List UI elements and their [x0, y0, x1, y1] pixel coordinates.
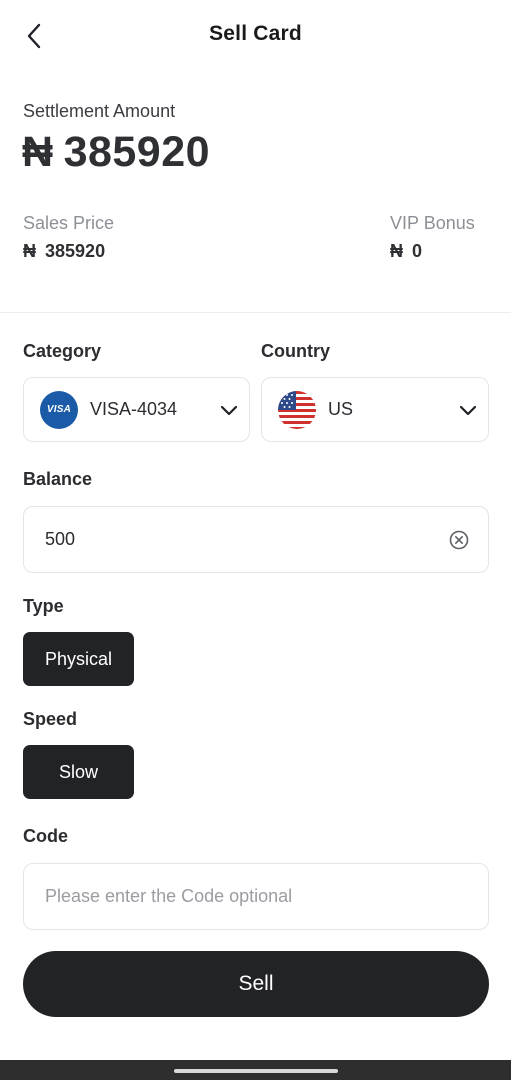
clear-icon[interactable]	[448, 529, 470, 551]
currency-symbol: ₦	[23, 241, 36, 261]
country-label: Country	[261, 341, 330, 361]
chevron-down-icon	[209, 404, 249, 416]
type-option-physical[interactable]: Physical	[23, 632, 134, 686]
speed-label: Speed	[23, 709, 78, 729]
us-flag-icon	[278, 390, 316, 429]
settlement-amount: ₦ 385920	[22, 128, 210, 177]
system-navigation-bar	[0, 1060, 511, 1080]
country-select[interactable]: US	[261, 377, 489, 442]
section-divider	[0, 312, 511, 313]
vip-bonus: VIP Bonus ₦ 0	[390, 213, 475, 262]
category-label: Category	[23, 341, 102, 361]
home-indicator[interactable]	[174, 1069, 338, 1073]
sales-price: Sales Price ₦ 385920	[23, 213, 114, 262]
balance-label: Balance	[23, 469, 93, 489]
category-selected-value: VISA-4034	[90, 399, 178, 419]
sales-price-label: Sales Price	[23, 213, 115, 233]
type-label: Type	[23, 596, 64, 616]
vip-bonus-value-row: ₦ 0	[390, 241, 475, 262]
code-field	[23, 863, 489, 930]
page-title: Sell Card	[209, 22, 302, 45]
sales-price-value-row: ₦ 385920	[23, 241, 114, 262]
sales-price-value: 385920	[45, 241, 106, 261]
code-input[interactable]	[45, 886, 470, 907]
currency-symbol: ₦	[390, 241, 403, 261]
code-label: Code	[23, 826, 68, 846]
category-select[interactable]: VISA VISA-4034	[23, 377, 250, 442]
settlement-amount-label: Settlement Amount	[23, 101, 176, 121]
balance-input[interactable]	[45, 529, 448, 550]
vip-bonus-value: 0	[412, 241, 423, 261]
country-selected-value: US	[328, 399, 354, 419]
settlement-amount-value: 385920	[63, 128, 211, 176]
visa-card-icon: VISA	[40, 390, 78, 429]
speed-option-slow[interactable]: Slow	[23, 745, 134, 799]
sell-button[interactable]: Sell	[23, 951, 489, 1017]
top-bar: Sell Card	[0, 0, 511, 72]
chevron-down-icon	[448, 404, 488, 416]
balance-field	[23, 506, 489, 573]
currency-symbol: ₦	[22, 128, 54, 176]
vip-bonus-label: VIP Bonus	[390, 213, 475, 233]
